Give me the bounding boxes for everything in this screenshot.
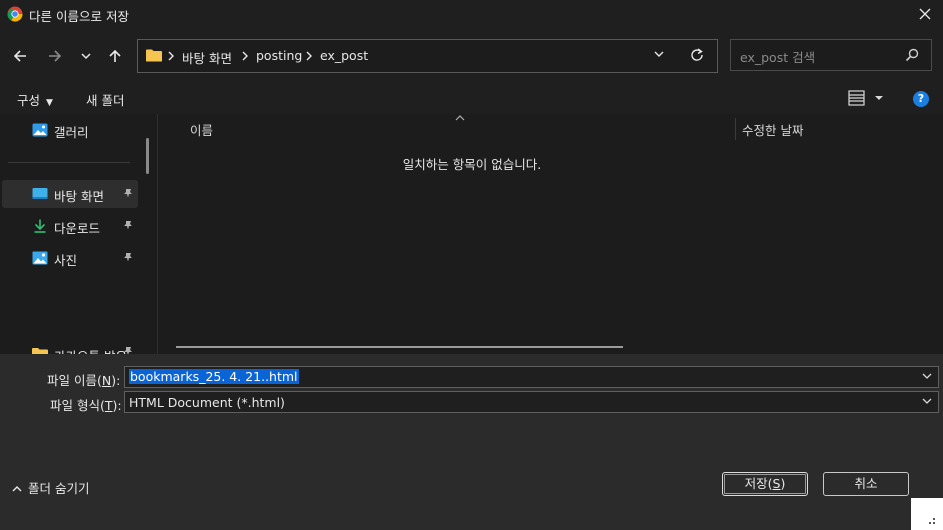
chevron-right-icon [242,51,248,61]
desktop-icon [32,188,48,199]
back-button[interactable] [8,42,32,70]
save-button[interactable]: 저장(S) [722,472,808,496]
chevron-down-icon [81,53,91,60]
resize-grip[interactable] [911,498,943,530]
organize-label: 구성 [17,93,41,108]
sidebar-item-label: 카카오톡 받은 [54,346,127,354]
sidebar-item-kakaotalk[interactable]: 카카오톡 받은 [2,340,138,354]
pin-icon [124,189,132,198]
folder-icon [146,49,162,62]
navigation-bar: 바탕 화면 posting ex_post ex_post 검색 [0,28,943,84]
download-icon [34,219,46,233]
cancel-button[interactable]: 취소 [823,472,909,496]
empty-message: 일치하는 항목이 없습니다. [402,157,542,172]
forward-button[interactable] [43,42,67,70]
new-folder-button[interactable]: 새 폴더 [86,90,124,109]
arrow-right-icon [49,50,62,62]
sidebar-item-pictures[interactable]: 사진 [2,244,138,272]
resize-grip-icon [929,518,935,524]
pin-icon [124,347,132,354]
details-view-icon [848,90,883,106]
pin-icon [124,253,132,262]
column-divider[interactable] [735,118,736,140]
refresh-icon[interactable] [690,48,704,62]
search-icon [905,48,919,62]
filename-label-text: 파일 이름( [47,373,102,388]
chevron-up-icon [12,486,22,492]
caret-down-icon: ▼ [46,98,53,108]
sidebar-item-gallery[interactable]: 갤러리 [2,116,138,144]
breadcrumb-ex-post[interactable]: ex_post [320,48,368,63]
sidebar-item-downloads[interactable]: 다운로드 [2,212,138,240]
chevron-right-icon [306,51,312,61]
column-header-date-modified[interactable]: 수정한 날짜 [742,120,803,139]
chevron-right-icon [168,51,174,61]
search-placeholder: ex_post 검색 [740,50,816,65]
filename-field[interactable]: bookmarks_25. 4. 21..html [124,366,939,388]
hide-folders-label: 폴더 숨기기 [28,481,90,496]
recent-locations-button[interactable] [74,42,98,70]
new-folder-label: 새 폴더 [86,93,125,108]
save-label-suffix: ) [780,476,786,491]
sidebar-item-label: 갤러리 [54,125,89,140]
navigation-pane: 갤러리 바탕 화면 다운로드 사진 [0,114,159,354]
chevron-down-icon[interactable] [654,50,664,58]
column-header-name[interactable]: 이름 [190,120,213,139]
pin-icon [124,221,132,230]
help-icon: ? [917,92,925,105]
organize-button[interactable]: 구성 ▼ [17,90,53,109]
filename-value: bookmarks_25. 4. 21..html [129,369,299,384]
close-button[interactable] [913,2,937,26]
filetype-value: HTML Document (*.html) [129,395,285,410]
filetype-label-key: T [104,398,113,413]
filename-label-key: N [101,373,112,388]
file-list: 이름 수정한 날짜 일치하는 항목이 없습니다. [160,114,943,354]
chevron-down-icon[interactable] [922,397,932,405]
search-input[interactable]: ex_post 검색 [730,39,932,71]
chrome-icon [7,6,23,22]
save-label-text: 저장( [744,476,773,491]
close-icon [919,8,931,20]
folder-icon [32,348,48,354]
breadcrumb-posting[interactable]: posting [256,48,302,63]
pane-divider [157,114,158,354]
breadcrumb-desktop[interactable]: 바탕 화면 [182,48,232,67]
sidebar-item-label: 다운로드 [54,221,101,236]
sort-ascending-icon [455,115,465,121]
view-options-button[interactable] [848,90,888,109]
sidebar-scrollbar[interactable] [146,138,149,174]
help-button[interactable]: ? [913,91,929,107]
sidebar-divider [8,162,130,163]
pictures-icon [32,251,48,265]
command-toolbar: 구성 ▼ 새 폴더 ? [0,84,943,114]
sidebar-item-desktop[interactable]: 바탕 화면 [2,180,138,208]
filename-label: 파일 이름(N): [47,370,120,389]
arrow-up-icon [109,49,121,62]
gallery-icon [32,123,48,137]
sidebar-item-label: 바탕 화면 [54,189,104,204]
chevron-down-icon[interactable] [922,372,932,380]
filetype-select[interactable]: HTML Document (*.html) [124,391,939,413]
window-title: 다른 이름으로 저장 [29,9,129,24]
sidebar-item-label: 사진 [54,253,78,268]
filetype-label: 파일 형식(T): [50,395,122,414]
title-bar: 다른 이름으로 저장 [0,0,943,28]
arrow-left-icon [13,50,26,62]
hide-folders-button[interactable]: 폴더 숨기기 [12,478,89,497]
filetype-label-suffix: ): [112,398,122,413]
horizontal-scrollbar[interactable] [176,346,623,348]
address-bar[interactable]: 바탕 화면 posting ex_post [137,39,718,73]
save-form-panel: 파일 이름(N): bookmarks_25. 4. 21..html 파일 형… [0,354,943,530]
filetype-label-text: 파일 형식( [50,398,105,413]
filename-label-suffix: ): [111,373,121,388]
up-button[interactable] [103,42,127,70]
